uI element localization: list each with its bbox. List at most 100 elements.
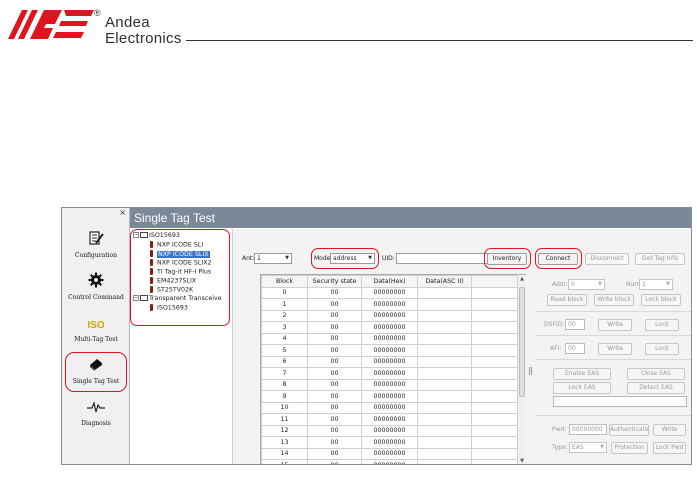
write-block-button[interactable]: Write block — [594, 294, 634, 306]
table-row[interactable]: 0 00 00000000 — [261, 286, 520, 299]
security-state-cell: 00 — [307, 447, 362, 460]
block-table: Block Security state Data(Hex) Data(ASC … — [261, 275, 520, 464]
pwd-input[interactable]: 00000000 — [569, 424, 607, 435]
disconnect-button[interactable]: Disconnect — [585, 253, 629, 265]
addr-select[interactable]: 0 ▼ — [568, 279, 605, 290]
table-row[interactable]: 6 00 00000000 — [261, 355, 520, 368]
tree-tag-item[interactable]: ST25TV02K — [150, 286, 193, 295]
ant-select[interactable]: 1 ▼ — [254, 253, 292, 264]
table-row[interactable]: 12 00 00000000 — [261, 424, 520, 437]
filler-cell — [471, 413, 520, 426]
dsfid-lock-button[interactable]: Lock — [645, 319, 679, 331]
panel-splitter[interactable] — [528, 274, 533, 464]
tag-icon — [150, 304, 153, 311]
eas-status-field — [553, 396, 687, 407]
data-ascii-cell — [417, 401, 472, 414]
scroll-thumb[interactable] — [519, 287, 525, 397]
table-row[interactable]: 8 00 00000000 — [261, 378, 520, 391]
table-row[interactable]: 1 00 00000000 — [261, 298, 520, 311]
filler-cell — [471, 344, 520, 357]
table-row[interactable]: 10 00 00000000 — [261, 401, 520, 414]
table-row[interactable]: 14 00 00000000 — [261, 447, 520, 460]
column-header-filler — [471, 275, 520, 288]
nav-configuration[interactable]: Configuration — [62, 230, 130, 272]
tree-node-transparent-transceive[interactable]: − Transparent Transceive — [133, 295, 222, 304]
close-icon[interactable]: × — [119, 208, 126, 217]
uid-label: UID: — [382, 255, 395, 262]
collapse-icon[interactable]: − — [133, 232, 139, 238]
pwd-label: Pwd: — [552, 426, 567, 433]
data-hex-cell: 00000000 — [361, 390, 418, 403]
nav-label: Control Command — [68, 294, 124, 301]
block-cell: 12 — [261, 424, 308, 437]
read-block-button[interactable]: Read block — [547, 294, 587, 306]
inventory-button[interactable]: Inventory — [487, 253, 527, 265]
header-rule — [186, 40, 693, 41]
dsfid-input[interactable]: 00 — [565, 319, 585, 330]
tree-tag-item-selected[interactable]: NXP ICODE SLIX — [150, 250, 210, 259]
connect-button[interactable]: Connect — [538, 253, 578, 265]
chevron-down-icon: ▼ — [285, 255, 289, 261]
data-hex-cell: 00000000 — [361, 344, 418, 357]
chevron-down-icon: ▼ — [598, 281, 602, 287]
security-state-cell: 00 — [307, 390, 362, 403]
scroll-down-icon[interactable]: ▼ — [518, 457, 526, 464]
collapse-icon[interactable]: − — [133, 295, 139, 301]
table-row[interactable]: 2 00 00000000 — [261, 309, 520, 322]
table-row[interactable]: 3 00 00000000 — [261, 321, 520, 334]
table-row[interactable]: 5 00 00000000 — [261, 344, 520, 357]
afi-input[interactable]: 00 — [565, 343, 585, 354]
num-select[interactable]: 1 ▼ — [639, 279, 673, 290]
filler-cell — [471, 390, 520, 403]
security-state-cell: 00 — [307, 459, 362, 464]
tree-node-iso15693[interactable]: − ISO15693 — [133, 232, 180, 241]
registered-mark: ® — [94, 8, 101, 18]
get-tag-info-button[interactable]: Get Tag Info — [635, 253, 685, 265]
nav-multi-tag-test[interactable]: ISO Single Tag Test Multi-Tag Test — [62, 314, 130, 356]
lock-pwd-button[interactable]: Lock Pwd — [653, 442, 686, 454]
security-state-cell: 00 — [307, 413, 362, 426]
tag-icon — [150, 286, 153, 293]
afi-lock-button[interactable]: Lock — [645, 343, 679, 355]
table-row[interactable]: 9 00 00000000 — [261, 390, 520, 403]
block-cell: 13 — [261, 436, 308, 449]
protection-button[interactable]: Protection — [611, 442, 648, 454]
table-row[interactable]: 4 00 00000000 — [261, 332, 520, 345]
column-header: Block — [261, 275, 308, 288]
data-ascii-cell — [417, 298, 472, 311]
folder-icon — [140, 232, 148, 238]
nav-single-tag-test[interactable]: Single Tag Test — [62, 356, 130, 398]
dsfid-write-button[interactable]: Write — [598, 319, 632, 331]
enable-eas-button[interactable]: Enable EAS — [553, 368, 611, 380]
nav-diagnosis[interactable]: Diagnosis — [62, 398, 130, 440]
table-scrollbar[interactable]: ▲ ▼ — [517, 274, 526, 464]
pwd-write-button[interactable]: Write — [653, 424, 686, 436]
type-select[interactable]: EAS ▼ — [569, 442, 607, 453]
data-ascii-cell — [417, 390, 472, 403]
scroll-up-icon[interactable]: ▲ — [518, 275, 526, 283]
table-row[interactable]: 7 00 00000000 — [261, 367, 520, 380]
addr-label: Addr: — [552, 281, 568, 288]
lock-eas-button[interactable]: Lock EAS — [553, 382, 611, 394]
authenticate-button[interactable]: Authenticate — [609, 424, 649, 436]
data-hex-cell: 00000000 — [361, 424, 418, 437]
nav-control-command[interactable]: Control Command — [62, 272, 130, 314]
data-hex-cell: 00000000 — [361, 447, 418, 460]
sidebar: × Configuration Control Command ISO Sing… — [62, 208, 130, 464]
mode-select[interactable]: address ▼ — [330, 253, 375, 264]
page-title: Single Tag Test — [130, 208, 691, 228]
type-label: Type: — [552, 444, 568, 451]
tree-tag-item[interactable]: TI Tag-it HF-I Plus — [150, 268, 211, 277]
tree-tag-item[interactable]: NXP ICODE SLI — [150, 241, 203, 250]
detect-eas-button[interactable]: Detect EAS — [627, 382, 685, 394]
tree-tag-item[interactable]: EM4237SLIX — [150, 277, 196, 286]
afi-write-button[interactable]: Write — [598, 343, 632, 355]
table-row[interactable]: 150000000000 — [261, 459, 520, 464]
divider — [535, 415, 691, 416]
tree-tag-item[interactable]: NXP ICODE SLIX2 — [150, 259, 212, 268]
close-eas-button[interactable]: Close EAS — [627, 368, 685, 380]
table-row[interactable]: 13 00 00000000 — [261, 436, 520, 449]
table-row[interactable]: 11 00 00000000 — [261, 413, 520, 426]
lock-block-button[interactable]: Lock block — [641, 294, 681, 306]
tree-tag-item[interactable]: ISO15693 — [150, 304, 188, 313]
